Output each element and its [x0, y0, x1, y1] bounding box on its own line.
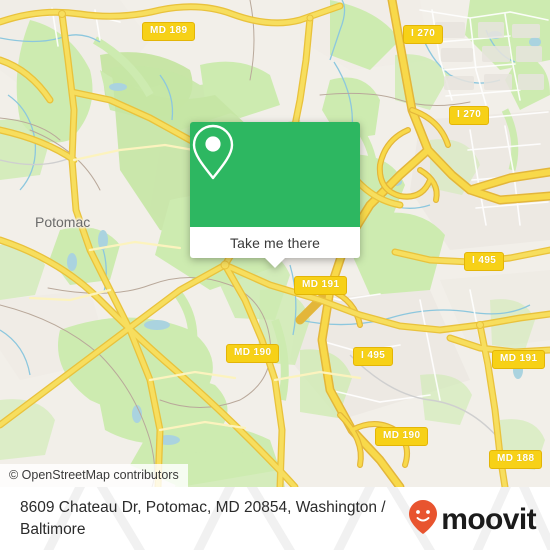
road-shield: I 270 — [403, 25, 444, 44]
road-shield: MD 190 — [375, 427, 429, 446]
road-shield: MD 190 — [226, 344, 280, 363]
take-me-there-label: Take me there — [229, 234, 320, 251]
app-root: .park{fill:#CDEBB0;} .parkd{fill:#C5E6A4… — [0, 0, 550, 550]
location-callout-card[interactable]: Take me there — [190, 122, 360, 268]
moovit-logo[interactable]: moovit — [408, 499, 537, 540]
road-shield: I 495 — [353, 347, 394, 366]
city-label-potomac: Potomac — [35, 214, 91, 230]
moovit-wordmark: moovit — [441, 502, 536, 536]
road-shield: MD 189 — [142, 22, 196, 41]
map-canvas[interactable]: .park{fill:#CDEBB0;} .parkd{fill:#C5E6A4… — [0, 0, 550, 487]
footer-bar: 8609 Chateau Dr, Potomac, MD 20854, Wash… — [0, 487, 550, 550]
callout-pointer — [265, 258, 285, 268]
road-shield: I 270 — [449, 106, 490, 125]
road-shield: MD 188 — [489, 450, 543, 469]
road-shield: MD 191 — [492, 350, 546, 369]
page-title: 8609 Chateau Dr, Potomac, MD 20854, Wash… — [20, 499, 386, 538]
moovit-pin-smiley-icon — [408, 499, 438, 540]
callout-header — [190, 122, 360, 227]
take-me-there-button[interactable]: Take me there — [190, 227, 360, 258]
road-shield: MD 191 — [294, 276, 348, 295]
road-shield: I 495 — [464, 252, 505, 271]
osm-attribution[interactable]: © OpenStreetMap contributors — [0, 464, 188, 487]
